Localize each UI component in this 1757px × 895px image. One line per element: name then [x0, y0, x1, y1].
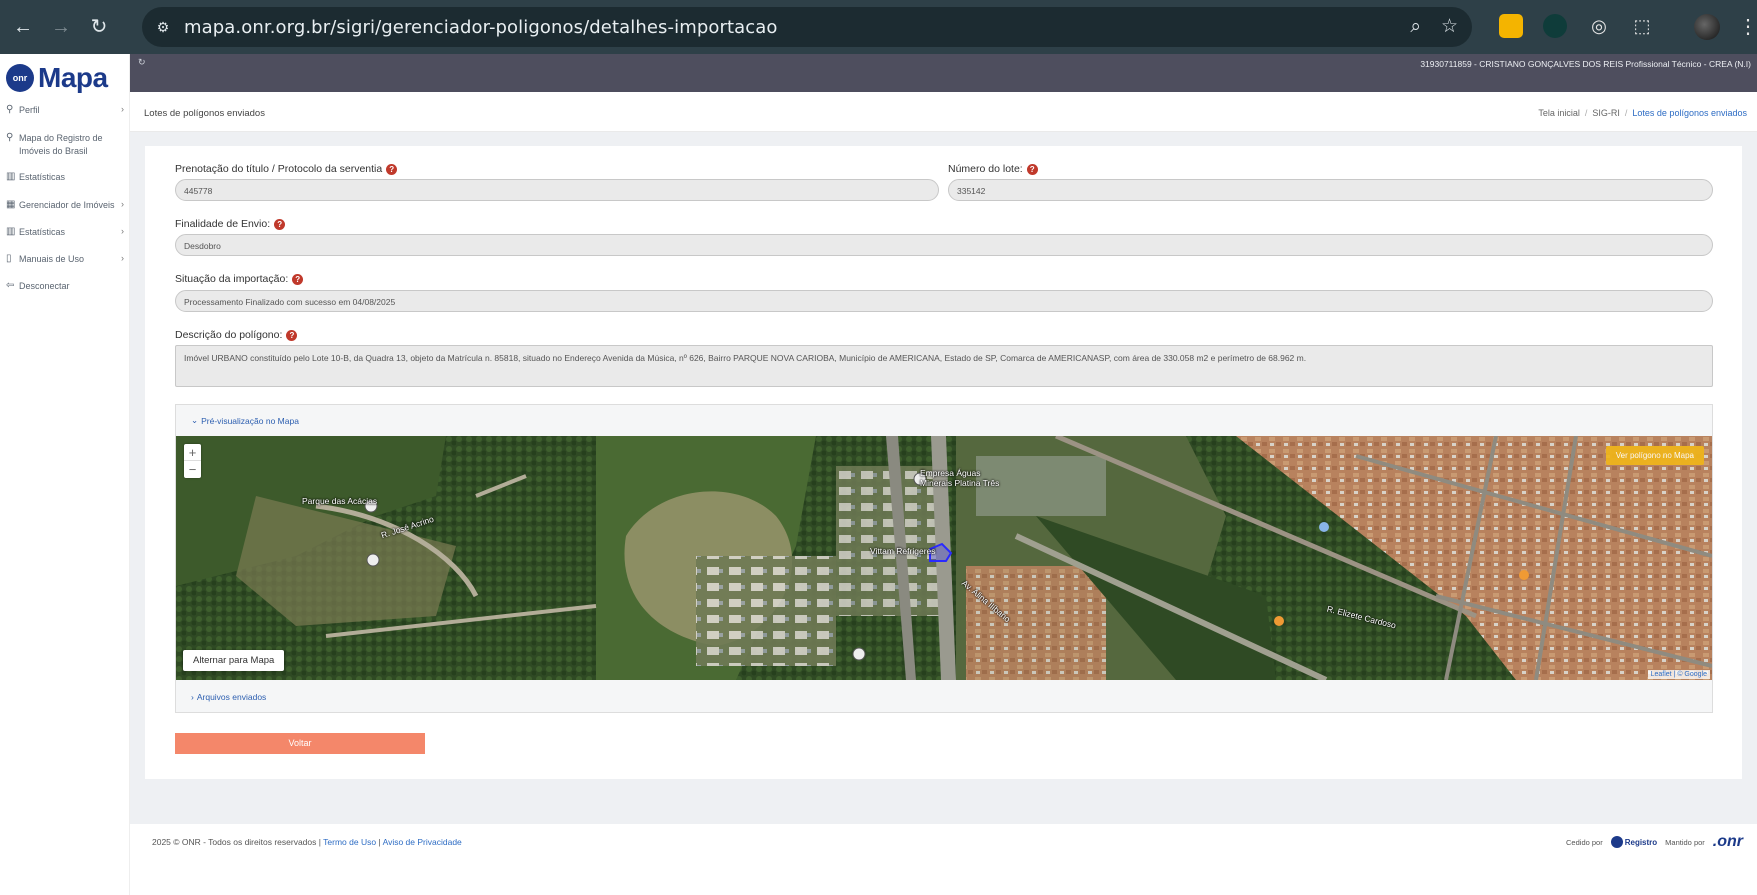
sidebar-item-label: Desconectar: [19, 281, 70, 291]
chevron-right-icon: ›: [121, 253, 124, 263]
prenotacao-field[interactable]: 445778: [175, 179, 939, 201]
back-arrow-icon[interactable]: ←: [12, 16, 34, 38]
browser-toolbar: ← → ↻ ⚙ mapa.onr.org.br/sigri/gerenciado…: [0, 0, 1757, 54]
reload-icon[interactable]: ↻: [88, 16, 110, 38]
extensions-puzzle-icon[interactable]: ⬚: [1630, 14, 1654, 38]
privacy-link[interactable]: Aviso de Privacidade: [383, 837, 462, 847]
zoom-out-button[interactable]: −: [184, 461, 201, 478]
chevron-right-icon: ›: [191, 692, 194, 702]
app-header: ↻ 31930711859 - CRISTIANO GONÇALVES DOS …: [130, 54, 1757, 92]
sidebar-item-mapa-registro[interactable]: ⚲ Mapa do Registro de Imóveis do Brasil: [6, 132, 124, 158]
breadcrumb-bar: Lotes de polígonos enviados Tela inicial…: [130, 92, 1757, 132]
logo-text: Mapa: [38, 62, 108, 93]
map-user-icon: ⚲: [6, 132, 14, 143]
logo[interactable]: onr Mapa: [6, 62, 108, 94]
copyright: 2025 © ONR - Todos os direitos reservado…: [152, 837, 462, 847]
situacao-field[interactable]: Processamento Finalizado com sucesso em …: [175, 290, 1713, 312]
prenotacao-label: Prenotação do título / Protocolo da serv…: [175, 163, 398, 175]
map-place-label: Parque das Acácias: [302, 496, 378, 506]
help-icon[interactable]: ?: [292, 273, 304, 285]
onr-logo: .onr: [1712, 833, 1743, 850]
chevron-right-icon: ›: [121, 199, 124, 209]
sidebar-item-label: Estatísticas: [19, 227, 66, 237]
footer: 2025 © ONR - Todos os direitos reservado…: [130, 824, 1757, 895]
sidebar-item-label: Manuais de Uso: [19, 254, 85, 264]
user-icon: ⚲: [6, 104, 14, 115]
url-text[interactable]: mapa.onr.org.br/sigri/gerenciador-poligo…: [184, 17, 778, 38]
browser-menu-icon[interactable]: ⋮: [1738, 14, 1757, 39]
grid-icon: ▦: [6, 199, 16, 210]
descricao-label: Descrição do polígono:?: [175, 329, 298, 341]
extension-icon[interactable]: ◎: [1587, 14, 1611, 38]
bar-chart-icon: ▥: [6, 226, 16, 237]
help-icon[interactable]: ?: [1026, 163, 1038, 175]
sidebar-item-perfil[interactable]: ⚲ Perfil ›: [6, 104, 124, 117]
sync-icon[interactable]: ↻: [138, 57, 146, 68]
address-bar[interactable]: ⚙ mapa.onr.org.br/sigri/gerenciador-poli…: [142, 7, 1472, 47]
numero-lote-field[interactable]: 335142: [948, 179, 1713, 201]
back-button[interactable]: Voltar: [175, 733, 425, 754]
sidebar-item-estatisticas-2[interactable]: ▥ Estatísticas ›: [6, 226, 124, 239]
breadcrumb-item-current: Lotes de polígonos enviados: [1632, 108, 1747, 118]
footer-partners: Cedido por Registro Mantido por .onr: [1566, 833, 1743, 850]
sidebar-item-gerenciador[interactable]: ▦ Gerenciador de Imóveis ›: [6, 199, 124, 212]
sidebar-item-estatisticas[interactable]: ▥ Estatísticas: [6, 171, 124, 184]
logout-icon: ⇦: [6, 280, 15, 291]
help-icon[interactable]: ?: [286, 329, 298, 341]
situacao-label: Situação da importação:?: [175, 273, 304, 285]
page-title: Lotes de polígonos enviados: [144, 108, 265, 119]
sidebar-item-label: Estatísticas: [19, 172, 66, 182]
site-info-icon[interactable]: ⚙: [154, 18, 172, 36]
chevron-down-icon: ⌄: [191, 415, 199, 425]
help-icon[interactable]: ?: [274, 218, 286, 230]
registro-logo: Registro: [1610, 836, 1657, 848]
bookmark-star-icon[interactable]: ☆: [1441, 17, 1458, 37]
profile-avatar[interactable]: [1694, 14, 1720, 40]
satellite-map[interactable]: Parque das Acácias Empresa Águas Minerai…: [176, 436, 1712, 680]
sidebar-item-desconectar[interactable]: ⇦ Desconectar: [6, 280, 124, 293]
terms-link[interactable]: Termo de Uso: [323, 837, 376, 847]
bar-chart-icon: ▥: [6, 171, 16, 182]
map-place-label: Empresa Águas Minerais Platina Três: [920, 468, 1000, 488]
help-icon[interactable]: ?: [386, 163, 398, 175]
extension-icon[interactable]: [1543, 14, 1567, 38]
zoom-magnifier-icon[interactable]: ⌕: [1410, 17, 1421, 37]
zoom-in-button[interactable]: +: [184, 444, 201, 461]
sidebar-item-label: Gerenciador de Imóveis: [19, 200, 115, 210]
forward-arrow-icon[interactable]: →: [50, 16, 72, 38]
breadcrumb-item-home[interactable]: Tela inicial: [1538, 108, 1580, 118]
finalidade-field[interactable]: Desdobro: [175, 234, 1713, 256]
sidebar-item-label: Mapa do Registro de Imóveis do Brasil: [19, 133, 103, 156]
descricao-textarea[interactable]: Imóvel URBANO constituído pelo Lote 10-B…: [175, 345, 1713, 387]
numero-lote-label: Número do lote:?: [948, 163, 1038, 175]
zoom-control: + −: [184, 444, 201, 478]
sidebar-item-manuais[interactable]: ▯ Manuais de Uso ›: [6, 253, 124, 266]
sidebar-item-label: Perfil: [19, 105, 40, 115]
switch-to-map-button[interactable]: Alternar para Mapa: [183, 650, 285, 671]
chevron-right-icon: ›: [121, 226, 124, 236]
user-info[interactable]: 31930711859 - CRISTIANO GONÇALVES DOS RE…: [1420, 59, 1751, 69]
document-icon: ▯: [6, 253, 12, 264]
breadcrumb: Tela inicial / SIG-RI / Lotes de polígonos e…: [1538, 108, 1747, 118]
map-pin-logo-icon: onr: [6, 64, 34, 92]
sidebar: onr Mapa ⚲ Perfil › ⚲ Mapa do Registro d…: [0, 54, 130, 895]
chevron-right-icon: ›: [121, 104, 124, 114]
view-polygon-button[interactable]: Ver polígono no Mapa: [1605, 446, 1704, 465]
breadcrumb-item-sigri[interactable]: SIG-RI: [1592, 108, 1620, 118]
preview-toggle[interactable]: ⌄ Pré-visualização no Mapa: [191, 415, 299, 426]
finalidade-label: Finalidade de Envio:?: [175, 218, 286, 230]
map-attribution[interactable]: Leaflet | © Google: [1647, 670, 1710, 679]
map-place-label: Vittam Refrigeres: [870, 546, 936, 556]
files-toggle[interactable]: › Arquivos enviados: [191, 692, 266, 702]
extension-icon[interactable]: [1499, 14, 1523, 38]
